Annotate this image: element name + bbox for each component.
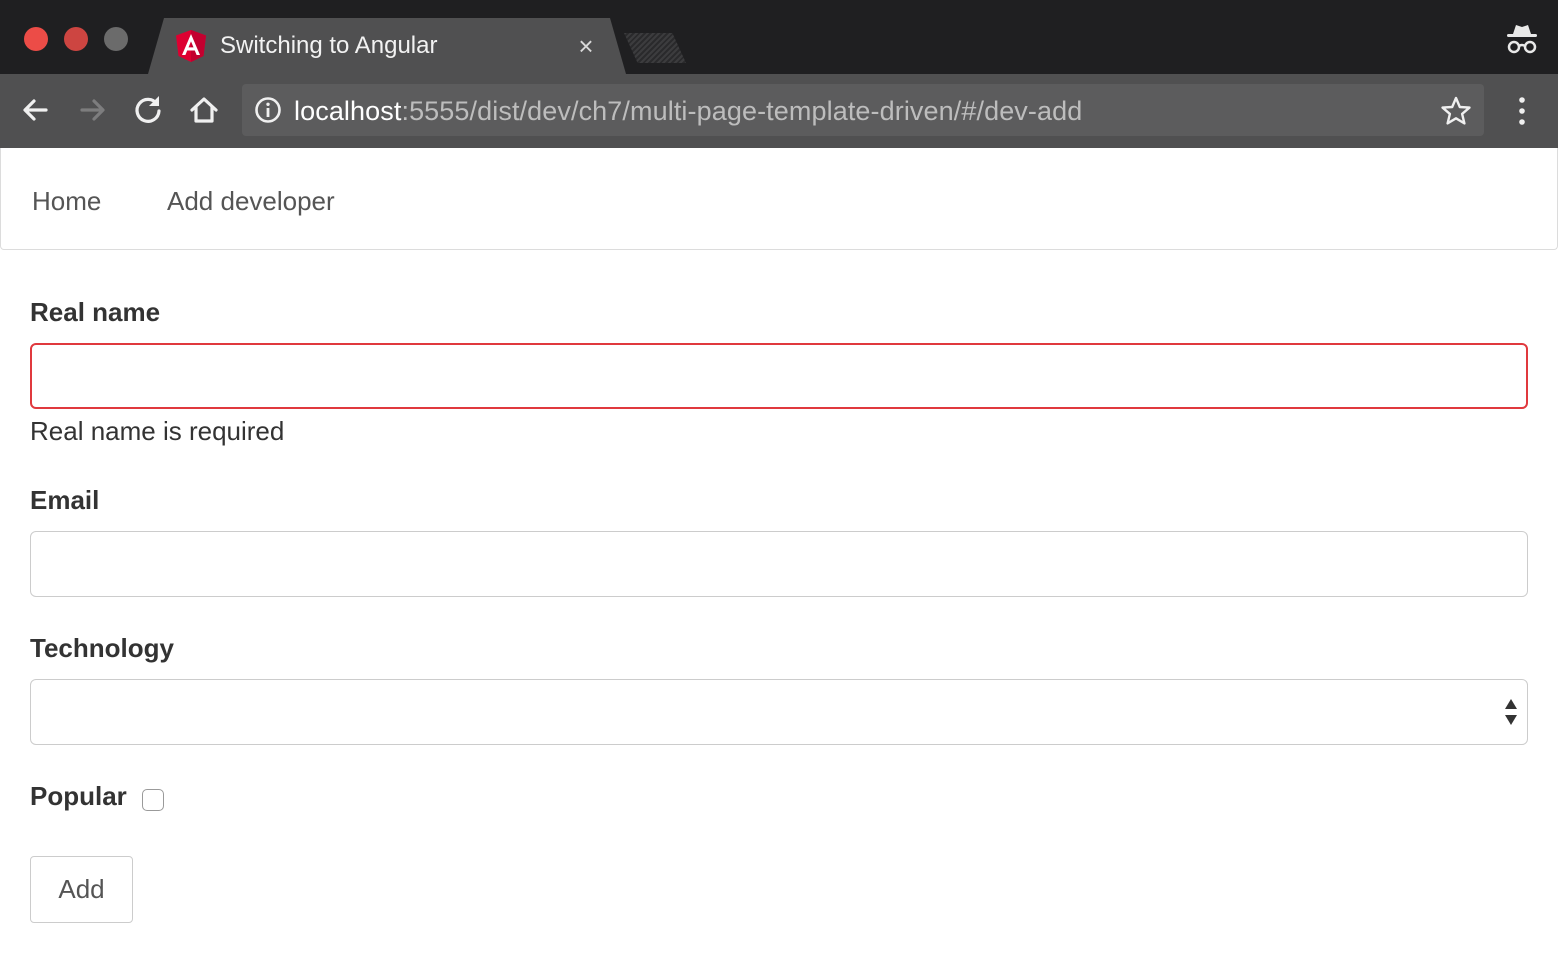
traffic-maximize-icon[interactable] (104, 27, 128, 51)
angular-favicon-icon (176, 30, 206, 62)
tab-title: Switching to Angular (220, 32, 438, 59)
email-label: Email (30, 485, 100, 515)
email-input[interactable] (30, 531, 1528, 597)
real-name-error: Real name is required (30, 416, 285, 446)
forward-arrow-icon[interactable] (72, 90, 112, 130)
menu-icon[interactable] (1508, 94, 1536, 128)
url-path: :5555/dist/dev/ch7/multi-page-template-d… (401, 96, 1083, 126)
technology-select[interactable] (30, 679, 1528, 745)
home-icon[interactable] (184, 90, 224, 130)
incognito-icon[interactable] (1504, 22, 1540, 56)
real-name-label: Real name (30, 297, 161, 327)
traffic-minimize-icon[interactable] (64, 27, 88, 51)
back-arrow-icon[interactable] (16, 90, 56, 130)
tab-close-icon[interactable]: × (574, 32, 598, 60)
traffic-close-icon[interactable] (24, 27, 48, 51)
popular-checkbox[interactable] (142, 789, 164, 811)
add-button[interactable]: Add (30, 856, 133, 923)
url-text[interactable]: localhost:5555/dist/dev/ch7/multi-page-t… (294, 94, 1082, 128)
real-name-input[interactable] (30, 343, 1528, 409)
reload-icon[interactable] (128, 90, 168, 130)
popular-label: Popular (30, 781, 127, 811)
info-icon[interactable] (254, 96, 282, 124)
url-host: localhost (294, 96, 402, 126)
nav-link-add-developer[interactable]: Add developer (167, 184, 335, 218)
star-icon[interactable] (1440, 95, 1472, 127)
nav-link-home[interactable]: Home (32, 184, 101, 218)
technology-label: Technology (30, 633, 174, 663)
select-arrows-icon (1505, 699, 1517, 725)
